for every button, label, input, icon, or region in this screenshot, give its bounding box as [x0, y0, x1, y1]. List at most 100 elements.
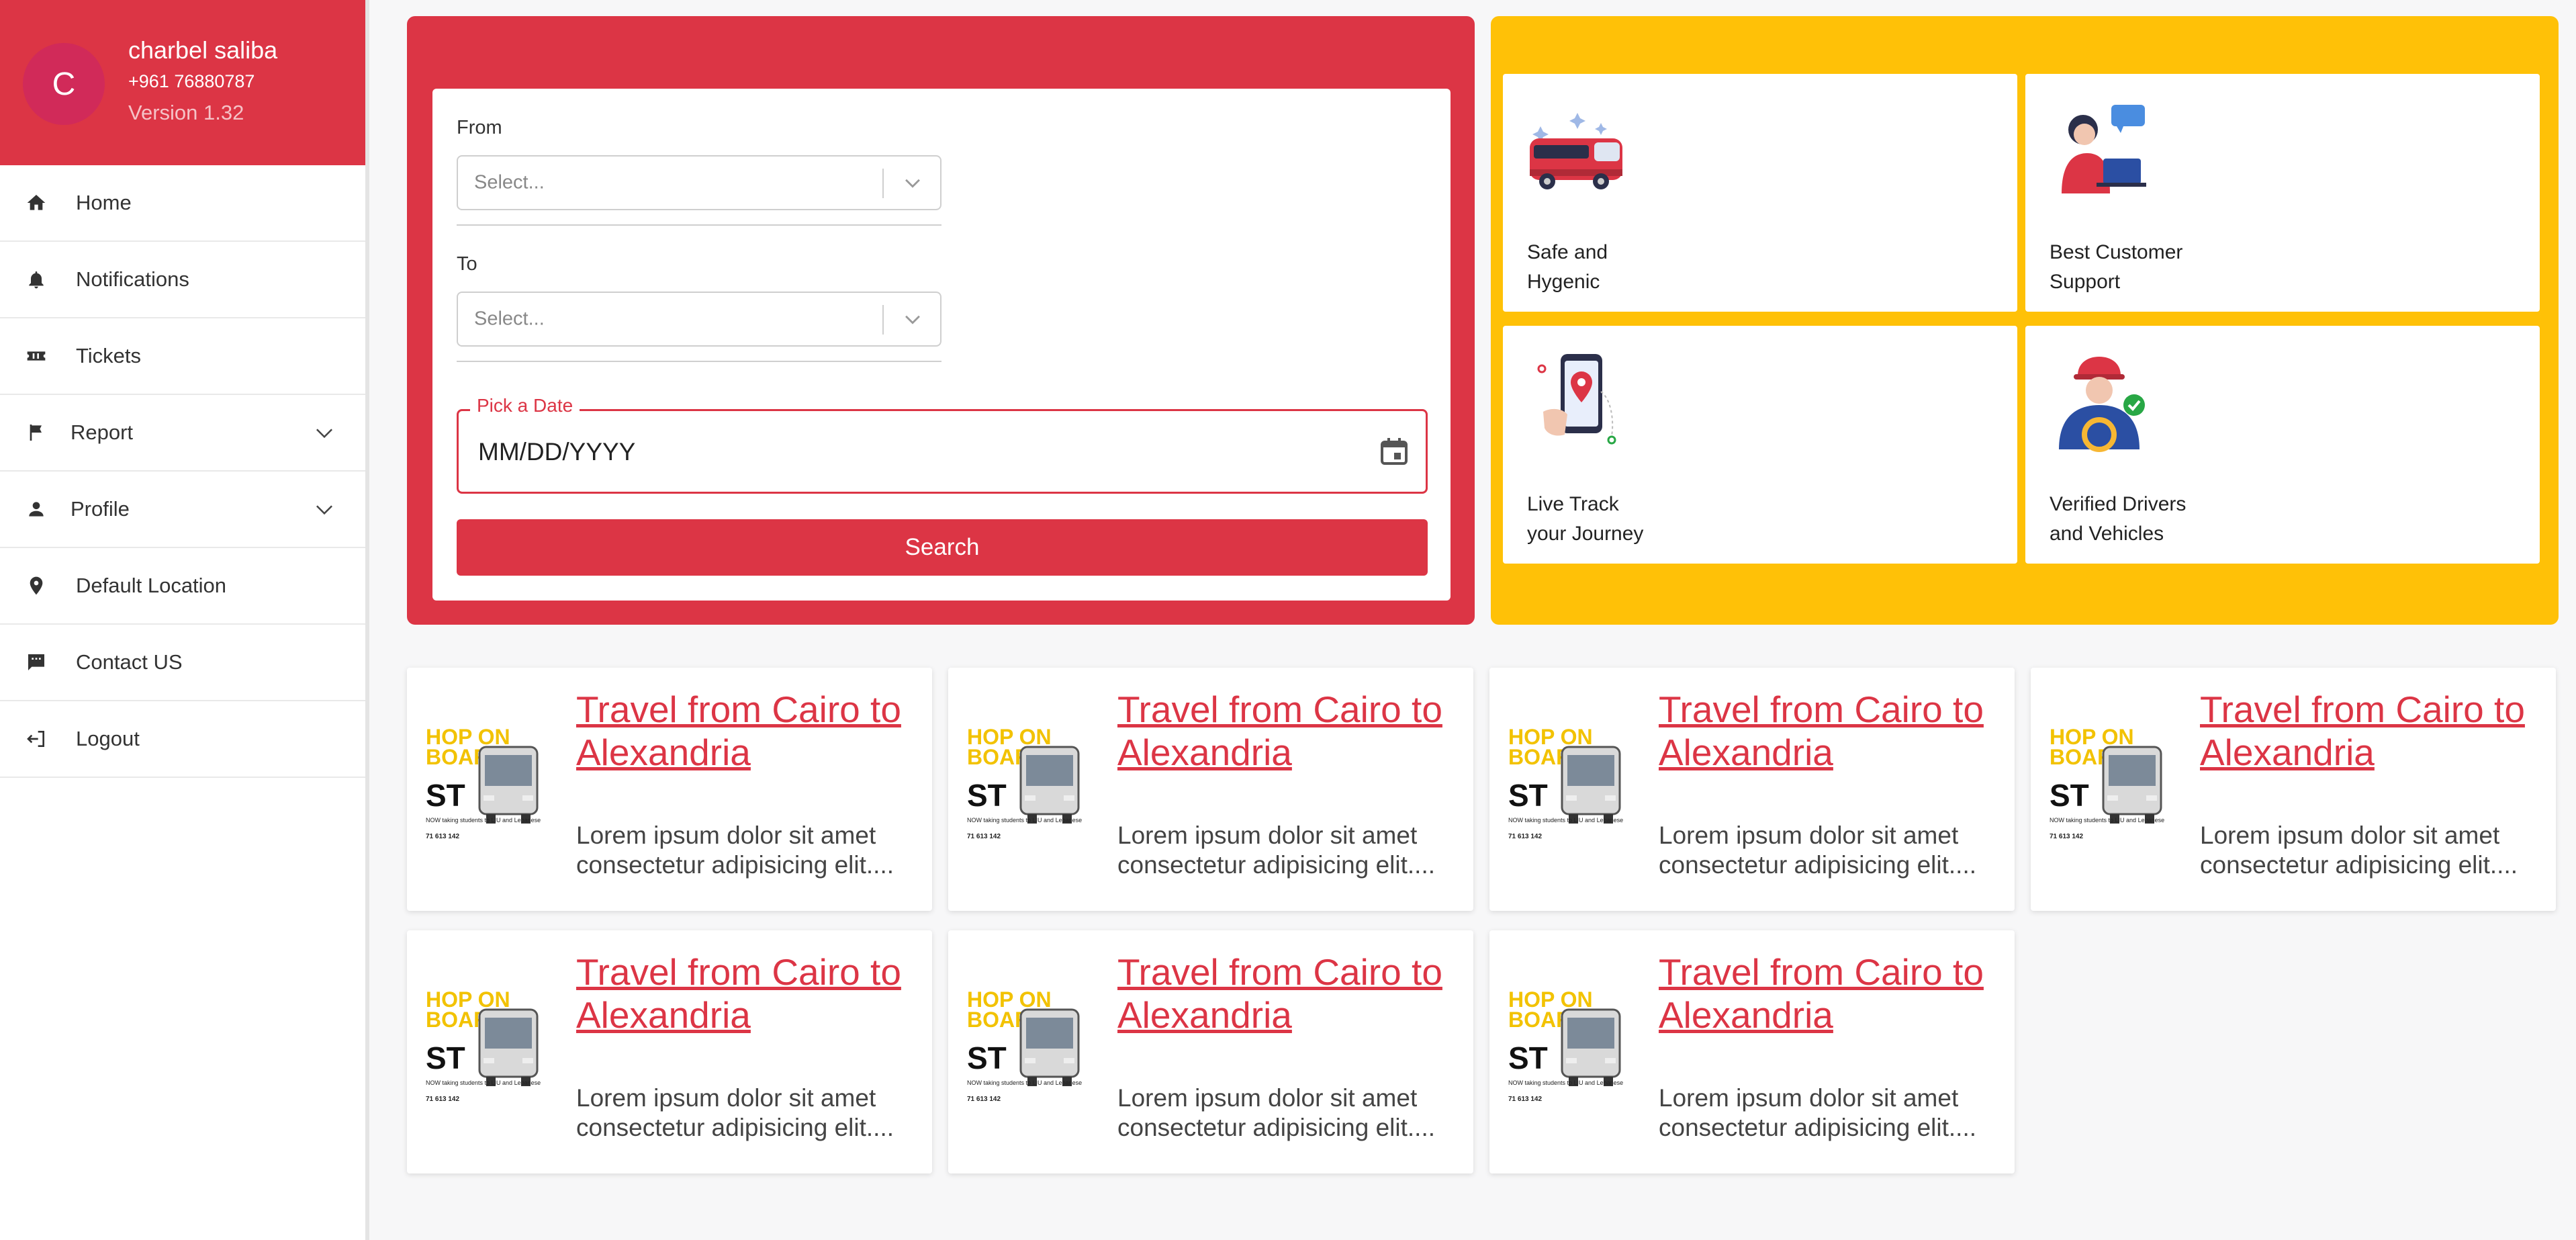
search-button[interactable]: Search: [457, 519, 1428, 576]
svg-text:71 613 142: 71 613 142: [967, 833, 1001, 840]
sidebar-item-tickets[interactable]: Tickets: [0, 318, 365, 395]
select-separator: [882, 169, 884, 198]
chevron-down-icon[interactable]: [901, 171, 924, 194]
chevron-down-icon[interactable]: [312, 496, 337, 522]
svg-text:ST: ST: [967, 778, 1007, 813]
feature-text: Safe and Hygenic: [1527, 238, 1796, 297]
svg-text:71 613 142: 71 613 142: [426, 1096, 459, 1103]
hop-on-board-promo-image: HOP ON BOARD ST NOW taking students to L…: [1507, 984, 1657, 1112]
avatar[interactable]: C: [23, 43, 105, 125]
sidebar-item-label: Notifications: [76, 267, 189, 291]
svg-text:71 613 142: 71 613 142: [1508, 833, 1542, 840]
sidebar-item-label: Default Location: [76, 574, 227, 597]
verified-driver-icon: [2050, 351, 2150, 452]
to-label: To: [457, 253, 477, 275]
support-agent-icon: [2050, 99, 2150, 200]
feature-line-2: Hygenic: [1527, 271, 1600, 293]
trip-title-link[interactable]: Travel from Cairo to Alexandria: [576, 950, 919, 1036]
trip-title-link[interactable]: Travel from Cairo to Alexandria: [1659, 950, 2001, 1036]
trip-card[interactable]: HOP ON BOARD ST NOW taking students to L…: [948, 930, 1473, 1173]
trip-card[interactable]: HOP ON BOARD ST NOW taking students to L…: [948, 668, 1473, 911]
phone-map-pin-icon: [1527, 351, 1628, 452]
feature-line-2: Support: [2050, 271, 2121, 293]
sidebar-item-label: Home: [76, 191, 132, 214]
ticket-icon: [26, 345, 47, 367]
sidebar-item-logout[interactable]: Logout: [0, 701, 365, 778]
feature-line-1: Verified Drivers: [2050, 493, 2187, 515]
svg-text:ST: ST: [967, 1040, 1007, 1075]
from-select[interactable]: Select...: [457, 155, 941, 210]
trip-title-link[interactable]: Travel from Cairo to Alexandria: [2200, 688, 2542, 774]
feature-card: Safe and Hygenic: [1503, 74, 2017, 312]
date-input-value[interactable]: MM/DD/YYYY: [478, 438, 635, 466]
svg-text:ST: ST: [1508, 1040, 1548, 1075]
from-label: From: [457, 117, 502, 138]
trip-title-link[interactable]: Travel from Cairo to Alexandria: [1117, 950, 1460, 1036]
svg-text:NOW taking students to LIU and: NOW taking students to LIU and Lebanese …: [967, 1079, 1084, 1086]
sidebar-item-home[interactable]: Home: [0, 165, 365, 242]
sidebar-item-contact-us[interactable]: Contact US: [0, 625, 365, 701]
svg-text:NOW taking students to LIU and: NOW taking students to LIU and Lebanese …: [1508, 1079, 1625, 1086]
calendar-icon[interactable]: [1378, 435, 1410, 468]
trip-description: Lorem ipsum dolor sit amet consectetur a…: [1659, 1084, 1977, 1141]
sidebar-item-label: Tickets: [76, 344, 142, 367]
svg-text:71 613 142: 71 613 142: [2050, 833, 2083, 840]
person-icon: [26, 498, 47, 520]
sidebar-item-label: Report: [71, 420, 134, 444]
feature-text: Verified Drivers and Vehicles: [2050, 490, 2318, 549]
svg-text:NOW taking students to LIU and: NOW taking students to LIU and Lebanese …: [426, 817, 543, 824]
home-icon: [26, 192, 47, 214]
trip-description: Lorem ipsum dolor sit amet consectetur a…: [2200, 822, 2518, 879]
svg-text:ST: ST: [426, 778, 465, 813]
feature-line-2: your Journey: [1527, 523, 1644, 545]
svg-text:NOW taking students to LIU and: NOW taking students to LIU and Lebanese …: [426, 1079, 543, 1086]
svg-text:71 613 142: 71 613 142: [1508, 1096, 1542, 1103]
to-placeholder: Select...: [474, 308, 545, 330]
sidebar-item-report[interactable]: Report: [0, 395, 365, 472]
trip-card[interactable]: HOP ON BOARD ST NOW taking students to L…: [1489, 668, 2015, 911]
location-pin-icon: [26, 575, 47, 596]
sidebar-item-notifications[interactable]: Notifications: [0, 242, 365, 318]
trip-description: Lorem ipsum dolor sit amet consectetur a…: [576, 1084, 894, 1141]
feature-text: Best Customer Support: [2050, 238, 2318, 297]
trip-description: Lorem ipsum dolor sit amet consectetur a…: [1659, 822, 1977, 879]
feature-line-2: and Vehicles: [2050, 523, 2164, 545]
svg-text:NOW taking students to LIU and: NOW taking students to LIU and Lebanese …: [967, 817, 1084, 824]
trip-card[interactable]: HOP ON BOARD ST NOW taking students to L…: [407, 930, 932, 1173]
sidebar-item-profile[interactable]: Profile: [0, 472, 365, 548]
select-separator: [882, 305, 884, 335]
bell-icon: [26, 269, 47, 290]
sidebar-item-label: Contact US: [76, 650, 183, 674]
sidebar-item-label: Logout: [76, 727, 140, 750]
hop-on-board-promo-image: HOP ON BOARD ST NOW taking students to L…: [2048, 721, 2198, 849]
sidebar-item-label: Profile: [71, 497, 130, 521]
trip-description: Lorem ipsum dolor sit amet consectetur a…: [1117, 1084, 1436, 1141]
flag-icon: [26, 422, 47, 443]
feature-line-1: Live Track: [1527, 493, 1619, 515]
chevron-down-icon[interactable]: [901, 308, 924, 330]
trip-card[interactable]: HOP ON BOARD ST NOW taking students to L…: [407, 668, 932, 911]
bus-icon: [1527, 99, 1628, 200]
svg-text:NOW taking students to LIU and: NOW taking students to LIU and Lebanese …: [1508, 817, 1625, 824]
date-label: Pick a Date: [470, 395, 580, 416]
trip-title-link[interactable]: Travel from Cairo to Alexandria: [576, 688, 919, 774]
trip-title-link[interactable]: Travel from Cairo to Alexandria: [1659, 688, 2001, 774]
trip-card[interactable]: HOP ON BOARD ST NOW taking students to L…: [1489, 930, 2015, 1173]
hop-on-board-promo-image: HOP ON BOARD ST NOW taking students to L…: [966, 984, 1115, 1112]
feature-line-1: Safe and: [1527, 241, 1608, 263]
hop-on-board-promo-image: HOP ON BOARD ST NOW taking students to L…: [966, 721, 1115, 849]
app-version: Version 1.32: [128, 101, 244, 124]
svg-text:ST: ST: [2050, 778, 2089, 813]
svg-text:ST: ST: [426, 1040, 465, 1075]
to-underline: [457, 361, 941, 362]
to-select[interactable]: Select...: [457, 292, 941, 347]
sidebar-item-default-location[interactable]: Default Location: [0, 548, 365, 625]
hop-on-board-promo-image: HOP ON BOARD ST NOW taking students to L…: [1507, 721, 1657, 849]
feature-text: Live Track your Journey: [1527, 490, 1796, 549]
from-underline: [457, 224, 941, 226]
chevron-down-icon[interactable]: [312, 420, 337, 445]
trip-card[interactable]: HOP ON BOARD ST NOW taking students to L…: [2031, 668, 2556, 911]
feature-card: Best Customer Support: [2025, 74, 2540, 312]
trip-title-link[interactable]: Travel from Cairo to Alexandria: [1117, 688, 1460, 774]
feature-line-1: Best Customer: [2050, 241, 2183, 263]
